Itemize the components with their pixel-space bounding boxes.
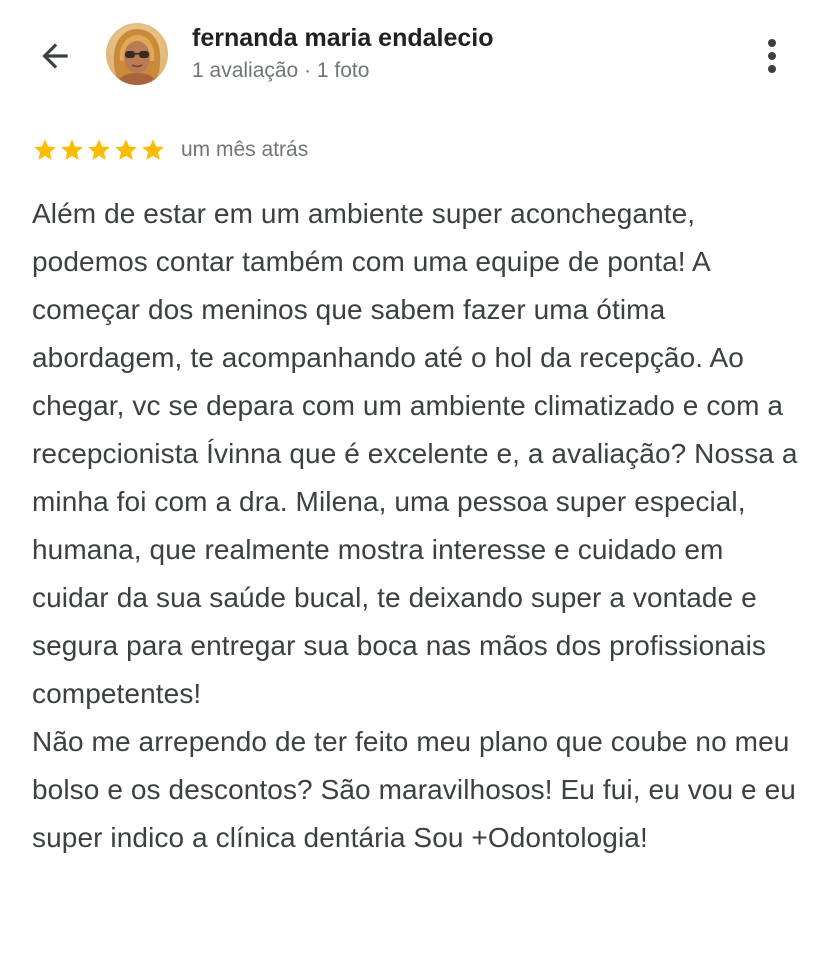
star-icon [61,139,83,160]
avatar[interactable] [106,23,168,85]
more-options-button[interactable] [752,32,792,80]
review-text: Além de estar em um ambiente super aconc… [32,198,798,853]
star-icon [142,139,164,160]
back-button[interactable] [30,34,80,78]
rating-row: um mês atrás [32,134,308,166]
star-icon [115,139,137,160]
more-vertical-icon [768,39,776,73]
star-icon [88,139,110,160]
star-rating [32,137,167,163]
review-header: fernanda maria endalecio 1 avaliação · 1… [0,0,828,110]
star-icon [34,139,56,160]
review-time: um mês atrás [181,138,309,161]
user-meta: 1 avaliação · 1 foto [192,59,370,82]
arrow-back-icon [42,43,68,69]
user-name[interactable]: fernanda maria endalecio [192,24,494,53]
avatar-image [106,23,168,85]
